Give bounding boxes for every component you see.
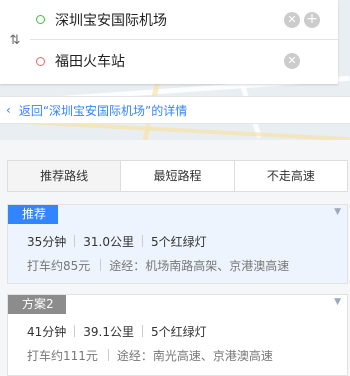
divider [74, 235, 76, 247]
route-summary: 35分钟 31.0公里 5个红绿灯 [27, 233, 207, 250]
tab-avoid-highway[interactable]: 不走高速 [233, 161, 347, 191]
route-tabs: 推荐路线 最短路程 不走高速 [7, 160, 348, 192]
divider [74, 325, 76, 337]
route-card[interactable]: 推荐 ▼ 35分钟 31.0公里 5个红绿灯 打车约85元 途经：机场南路高架、… [7, 204, 348, 284]
divider [107, 349, 109, 361]
start-dot-icon [36, 15, 45, 24]
route-card[interactable]: 方案2 ▼ 41分钟 39.1公里 5个红绿灯 打车约111元 途经：南光高速、… [7, 294, 348, 376]
clear-end-icon[interactable]: ✕ [284, 53, 300, 69]
end-row: 福田火车站 ✕ [30, 41, 338, 81]
route-label: 方案2 [8, 295, 66, 314]
end-input[interactable]: 福田火车站 [55, 51, 284, 71]
route-via: 途经：南光高速、京港澳高速 [116, 349, 273, 363]
route-time: 41分钟 [27, 325, 67, 339]
back-link-bar[interactable]: ‹ 返回“深圳宝安国际机场”的详情 [0, 96, 350, 124]
route-details: 打车约85元 途经：机场南路高架、京港澳高速 [27, 257, 289, 274]
route-summary: 41分钟 39.1公里 5个红绿灯 [27, 323, 207, 340]
start-row: 深圳宝安国际机场 ✕ + [30, 0, 338, 40]
clear-start-icon[interactable]: ✕ [284, 11, 300, 28]
route-input-panel: ⇅ 深圳宝安国际机场 ✕ + 福田火车站 ✕ [0, 0, 338, 84]
divider [142, 235, 144, 247]
route-details: 打车约111元 途经：南光高速、京港澳高速 [27, 347, 273, 364]
swap-icon[interactable]: ⇅ [6, 32, 24, 50]
route-distance: 31.0公里 [83, 235, 135, 249]
start-input[interactable]: 深圳宝安国际机场 [55, 10, 284, 30]
expand-icon[interactable]: ▼ [334, 297, 341, 307]
route-time: 35分钟 [27, 235, 67, 249]
divider [100, 259, 102, 271]
expand-icon[interactable]: ▼ [334, 207, 341, 217]
route-via: 途经：机场南路高架、京港澳高速 [109, 259, 290, 273]
route-label: 推荐 [8, 205, 59, 224]
route-results: 推荐路线 最短路程 不走高速 推荐 ▼ 35分钟 31.0公里 5个红绿灯 打车… [0, 140, 350, 376]
route-taxi: 打车约111元 [27, 349, 98, 363]
route-distance: 39.1公里 [83, 325, 135, 339]
tab-shortest[interactable]: 最短路程 [120, 161, 233, 191]
end-dot-icon [36, 56, 45, 66]
divider [142, 325, 144, 337]
route-lights: 5个红绿灯 [151, 325, 207, 339]
tab-recommended[interactable]: 推荐路线 [8, 161, 121, 191]
back-arrow-icon[interactable]: ‹ [6, 103, 11, 117]
route-lights: 5个红绿灯 [151, 235, 207, 249]
back-link[interactable]: 返回“深圳宝安国际机场”的详情 [19, 102, 187, 119]
add-waypoint-icon[interactable]: + [304, 11, 320, 28]
route-taxi: 打车约85元 [27, 259, 91, 273]
